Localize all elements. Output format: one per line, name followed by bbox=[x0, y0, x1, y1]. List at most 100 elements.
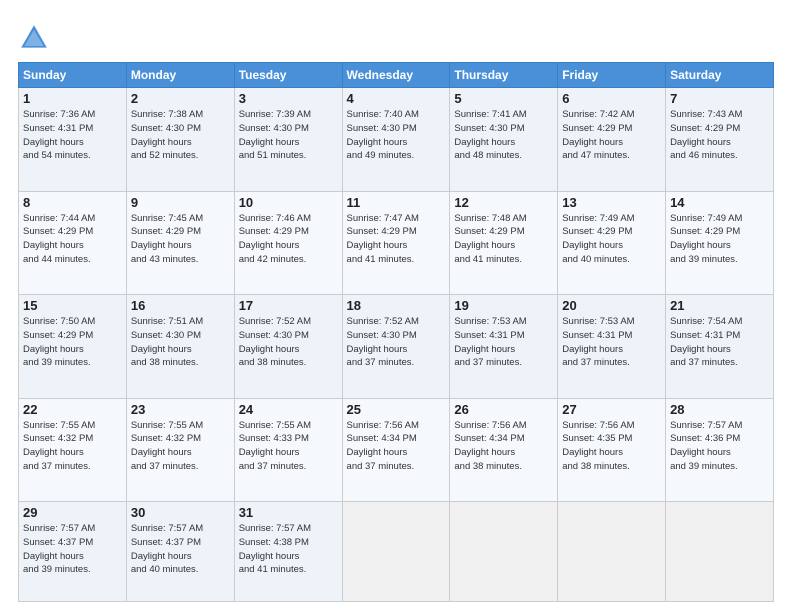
calendar-cell: 17 Sunrise: 7:52 AMSunset: 4:30 PMDaylig… bbox=[234, 295, 342, 399]
day-number: 18 bbox=[347, 298, 446, 313]
calendar-cell: 9 Sunrise: 7:45 AMSunset: 4:29 PMDayligh… bbox=[126, 191, 234, 295]
calendar-week-row: 29 Sunrise: 7:57 AMSunset: 4:37 PMDaylig… bbox=[19, 502, 774, 602]
day-number: 28 bbox=[670, 402, 769, 417]
day-info: Sunrise: 7:56 AMSunset: 4:35 PMDaylight … bbox=[562, 420, 634, 472]
day-info: Sunrise: 7:44 AMSunset: 4:29 PMDaylight … bbox=[23, 213, 95, 265]
day-number: 26 bbox=[454, 402, 553, 417]
calendar-cell: 25 Sunrise: 7:56 AMSunset: 4:34 PMDaylig… bbox=[342, 398, 450, 502]
page: SundayMondayTuesdayWednesdayThursdayFrid… bbox=[0, 0, 792, 612]
day-number: 11 bbox=[347, 195, 446, 210]
logo bbox=[18, 22, 54, 54]
calendar-cell bbox=[450, 502, 558, 602]
calendar-header-friday: Friday bbox=[558, 63, 666, 88]
day-info: Sunrise: 7:57 AMSunset: 4:37 PMDaylight … bbox=[23, 523, 95, 575]
day-number: 12 bbox=[454, 195, 553, 210]
calendar-cell: 19 Sunrise: 7:53 AMSunset: 4:31 PMDaylig… bbox=[450, 295, 558, 399]
calendar-cell: 15 Sunrise: 7:50 AMSunset: 4:29 PMDaylig… bbox=[19, 295, 127, 399]
header bbox=[18, 18, 774, 54]
day-info: Sunrise: 7:52 AMSunset: 4:30 PMDaylight … bbox=[239, 316, 311, 368]
day-info: Sunrise: 7:57 AMSunset: 4:37 PMDaylight … bbox=[131, 523, 203, 575]
calendar-week-row: 8 Sunrise: 7:44 AMSunset: 4:29 PMDayligh… bbox=[19, 191, 774, 295]
calendar-header-thursday: Thursday bbox=[450, 63, 558, 88]
day-info: Sunrise: 7:57 AMSunset: 4:38 PMDaylight … bbox=[239, 523, 311, 575]
calendar-cell: 30 Sunrise: 7:57 AMSunset: 4:37 PMDaylig… bbox=[126, 502, 234, 602]
day-number: 31 bbox=[239, 505, 338, 520]
calendar-cell: 14 Sunrise: 7:49 AMSunset: 4:29 PMDaylig… bbox=[666, 191, 774, 295]
calendar-cell: 8 Sunrise: 7:44 AMSunset: 4:29 PMDayligh… bbox=[19, 191, 127, 295]
calendar-cell: 31 Sunrise: 7:57 AMSunset: 4:38 PMDaylig… bbox=[234, 502, 342, 602]
calendar-header-row: SundayMondayTuesdayWednesdayThursdayFrid… bbox=[19, 63, 774, 88]
calendar-cell: 11 Sunrise: 7:47 AMSunset: 4:29 PMDaylig… bbox=[342, 191, 450, 295]
calendar-week-row: 22 Sunrise: 7:55 AMSunset: 4:32 PMDaylig… bbox=[19, 398, 774, 502]
day-info: Sunrise: 7:38 AMSunset: 4:30 PMDaylight … bbox=[131, 109, 203, 161]
calendar-cell: 23 Sunrise: 7:55 AMSunset: 4:32 PMDaylig… bbox=[126, 398, 234, 502]
calendar-cell: 28 Sunrise: 7:57 AMSunset: 4:36 PMDaylig… bbox=[666, 398, 774, 502]
calendar-header-wednesday: Wednesday bbox=[342, 63, 450, 88]
day-number: 20 bbox=[562, 298, 661, 313]
day-info: Sunrise: 7:42 AMSunset: 4:29 PMDaylight … bbox=[562, 109, 634, 161]
day-info: Sunrise: 7:49 AMSunset: 4:29 PMDaylight … bbox=[670, 213, 742, 265]
day-number: 9 bbox=[131, 195, 230, 210]
calendar-cell: 4 Sunrise: 7:40 AMSunset: 4:30 PMDayligh… bbox=[342, 88, 450, 192]
day-number: 17 bbox=[239, 298, 338, 313]
calendar-cell: 13 Sunrise: 7:49 AMSunset: 4:29 PMDaylig… bbox=[558, 191, 666, 295]
day-number: 5 bbox=[454, 91, 553, 106]
day-number: 22 bbox=[23, 402, 122, 417]
calendar-cell: 20 Sunrise: 7:53 AMSunset: 4:31 PMDaylig… bbox=[558, 295, 666, 399]
day-info: Sunrise: 7:53 AMSunset: 4:31 PMDaylight … bbox=[562, 316, 634, 368]
calendar-cell: 27 Sunrise: 7:56 AMSunset: 4:35 PMDaylig… bbox=[558, 398, 666, 502]
day-number: 16 bbox=[131, 298, 230, 313]
calendar-cell: 5 Sunrise: 7:41 AMSunset: 4:30 PMDayligh… bbox=[450, 88, 558, 192]
calendar-cell: 7 Sunrise: 7:43 AMSunset: 4:29 PMDayligh… bbox=[666, 88, 774, 192]
day-number: 25 bbox=[347, 402, 446, 417]
calendar-cell: 16 Sunrise: 7:51 AMSunset: 4:30 PMDaylig… bbox=[126, 295, 234, 399]
day-info: Sunrise: 7:43 AMSunset: 4:29 PMDaylight … bbox=[670, 109, 742, 161]
day-info: Sunrise: 7:56 AMSunset: 4:34 PMDaylight … bbox=[454, 420, 526, 472]
day-info: Sunrise: 7:54 AMSunset: 4:31 PMDaylight … bbox=[670, 316, 742, 368]
day-number: 7 bbox=[670, 91, 769, 106]
day-info: Sunrise: 7:50 AMSunset: 4:29 PMDaylight … bbox=[23, 316, 95, 368]
calendar-header-tuesday: Tuesday bbox=[234, 63, 342, 88]
calendar-cell: 26 Sunrise: 7:56 AMSunset: 4:34 PMDaylig… bbox=[450, 398, 558, 502]
day-info: Sunrise: 7:41 AMSunset: 4:30 PMDaylight … bbox=[454, 109, 526, 161]
day-info: Sunrise: 7:40 AMSunset: 4:30 PMDaylight … bbox=[347, 109, 419, 161]
calendar-cell: 3 Sunrise: 7:39 AMSunset: 4:30 PMDayligh… bbox=[234, 88, 342, 192]
calendar-cell: 6 Sunrise: 7:42 AMSunset: 4:29 PMDayligh… bbox=[558, 88, 666, 192]
calendar-cell: 24 Sunrise: 7:55 AMSunset: 4:33 PMDaylig… bbox=[234, 398, 342, 502]
calendar-cell: 18 Sunrise: 7:52 AMSunset: 4:30 PMDaylig… bbox=[342, 295, 450, 399]
day-info: Sunrise: 7:53 AMSunset: 4:31 PMDaylight … bbox=[454, 316, 526, 368]
day-info: Sunrise: 7:57 AMSunset: 4:36 PMDaylight … bbox=[670, 420, 742, 472]
logo-icon bbox=[18, 22, 50, 54]
day-info: Sunrise: 7:46 AMSunset: 4:29 PMDaylight … bbox=[239, 213, 311, 265]
day-number: 10 bbox=[239, 195, 338, 210]
calendar-header-sunday: Sunday bbox=[19, 63, 127, 88]
calendar-cell: 10 Sunrise: 7:46 AMSunset: 4:29 PMDaylig… bbox=[234, 191, 342, 295]
day-number: 14 bbox=[670, 195, 769, 210]
day-number: 6 bbox=[562, 91, 661, 106]
calendar-cell bbox=[558, 502, 666, 602]
day-number: 19 bbox=[454, 298, 553, 313]
day-number: 13 bbox=[562, 195, 661, 210]
calendar-cell: 1 Sunrise: 7:36 AMSunset: 4:31 PMDayligh… bbox=[19, 88, 127, 192]
day-number: 27 bbox=[562, 402, 661, 417]
calendar-week-row: 1 Sunrise: 7:36 AMSunset: 4:31 PMDayligh… bbox=[19, 88, 774, 192]
calendar-cell bbox=[666, 502, 774, 602]
day-info: Sunrise: 7:51 AMSunset: 4:30 PMDaylight … bbox=[131, 316, 203, 368]
day-info: Sunrise: 7:36 AMSunset: 4:31 PMDaylight … bbox=[23, 109, 95, 161]
day-number: 15 bbox=[23, 298, 122, 313]
day-number: 1 bbox=[23, 91, 122, 106]
day-info: Sunrise: 7:39 AMSunset: 4:30 PMDaylight … bbox=[239, 109, 311, 161]
day-info: Sunrise: 7:55 AMSunset: 4:32 PMDaylight … bbox=[23, 420, 95, 472]
calendar-cell: 2 Sunrise: 7:38 AMSunset: 4:30 PMDayligh… bbox=[126, 88, 234, 192]
day-info: Sunrise: 7:52 AMSunset: 4:30 PMDaylight … bbox=[347, 316, 419, 368]
calendar-cell: 22 Sunrise: 7:55 AMSunset: 4:32 PMDaylig… bbox=[19, 398, 127, 502]
day-info: Sunrise: 7:55 AMSunset: 4:33 PMDaylight … bbox=[239, 420, 311, 472]
calendar-cell: 21 Sunrise: 7:54 AMSunset: 4:31 PMDaylig… bbox=[666, 295, 774, 399]
day-number: 4 bbox=[347, 91, 446, 106]
day-info: Sunrise: 7:47 AMSunset: 4:29 PMDaylight … bbox=[347, 213, 419, 265]
calendar-header-saturday: Saturday bbox=[666, 63, 774, 88]
calendar-week-row: 15 Sunrise: 7:50 AMSunset: 4:29 PMDaylig… bbox=[19, 295, 774, 399]
day-number: 8 bbox=[23, 195, 122, 210]
day-number: 29 bbox=[23, 505, 122, 520]
calendar-cell bbox=[342, 502, 450, 602]
